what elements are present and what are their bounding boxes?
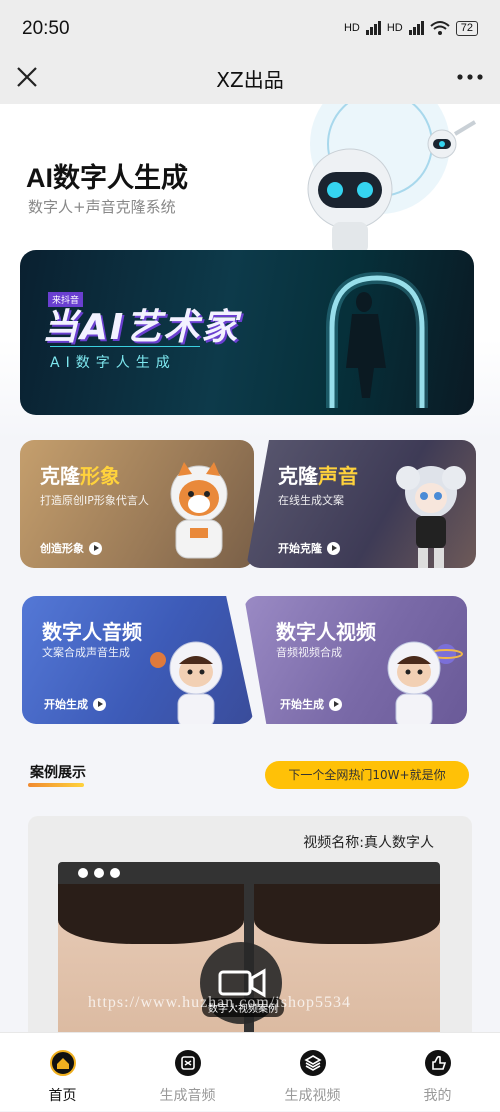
- doll-illustration: [396, 466, 466, 568]
- signal-icon: [365, 21, 381, 35]
- card-action[interactable]: 开始生成: [44, 696, 106, 712]
- banner-tagline: AI数字人生成: [50, 355, 176, 371]
- section-underline: [28, 783, 84, 787]
- card-action[interactable]: 开始克隆: [278, 540, 340, 556]
- hero-title: AI数字人生成: [26, 163, 188, 193]
- status-icons: HD HD 72: [344, 20, 478, 36]
- thumbs-up-icon: [425, 1050, 451, 1076]
- tab-bar: 首页 生成音频 生成视频 我的: [0, 1032, 500, 1111]
- play-icon: [89, 541, 102, 555]
- astronaut-kid-illustration: [150, 641, 223, 724]
- banner-divider: [50, 346, 200, 347]
- video-preview[interactable]: 数字人视频案例: [58, 862, 440, 1046]
- card-digital-video[interactable]: 数字人视频 音频视频合成 开始生成: [244, 596, 467, 724]
- watermark: https://www.huzhan.com/ishop5534: [88, 994, 351, 1011]
- audio-icon: [175, 1050, 201, 1076]
- wifi-icon: [430, 21, 450, 35]
- tab-label: 生成视频: [284, 1088, 341, 1104]
- card-clone-image[interactable]: 克隆形象 打造原创IP形象代言人 创造形象: [20, 440, 254, 568]
- card-desc: 文案合成声音生成: [42, 646, 130, 659]
- play-icon: [329, 697, 342, 711]
- status-time: 20:50: [22, 18, 70, 39]
- page-title: XZ出品: [216, 68, 284, 92]
- hero-banner[interactable]: 来抖音 当AI艺术家 AI数字人生成: [20, 250, 474, 415]
- home-icon: [50, 1050, 76, 1076]
- card-title: 克隆声音: [278, 464, 358, 488]
- card-title: 数字人视频: [276, 620, 376, 644]
- fox-astronaut-illustration: [170, 462, 228, 559]
- tab-mine[interactable]: 我的: [375, 1033, 500, 1112]
- tab-label: 我的: [423, 1088, 452, 1104]
- tab-label: 首页: [48, 1088, 77, 1104]
- play-icon: [327, 541, 340, 555]
- astronaut-kid-illustration: [387, 641, 463, 724]
- network-label-2: HD: [386, 22, 403, 34]
- card-digital-audio[interactable]: 数字人音频 文案合成声音生成 开始生成: [22, 596, 254, 724]
- portal-figure-illustration: [326, 271, 428, 408]
- robot-illustration: [307, 104, 477, 254]
- window-dots: [78, 868, 120, 878]
- banner-logo: 当AI艺术家: [42, 307, 240, 348]
- hero-section: AI数字人生成 数字人+声音克隆系统 来抖音 当AI艺术家 AI数字人生成: [0, 104, 500, 440]
- section-title-cases: 案例展示: [30, 765, 86, 781]
- card-desc: 在线生成文案: [278, 494, 344, 507]
- tab-video[interactable]: 生成视频: [250, 1033, 375, 1112]
- layers-icon: [300, 1050, 326, 1076]
- card-desc: 音频视频合成: [276, 646, 342, 659]
- signal-icon: [408, 21, 424, 35]
- card-title: 数字人音频: [42, 620, 142, 644]
- video-name: 视频名称:真人数字人: [303, 835, 434, 851]
- more-icon[interactable]: [456, 66, 484, 88]
- tab-label: 生成音频: [159, 1088, 216, 1104]
- tab-home[interactable]: 首页: [0, 1033, 125, 1112]
- tab-audio[interactable]: 生成音频: [125, 1033, 250, 1112]
- card-title: 克隆形象: [40, 464, 120, 488]
- play-icon: [93, 697, 106, 711]
- network-label-1: HD: [343, 22, 360, 34]
- battery-icon: 72: [455, 20, 478, 36]
- card-clone-voice[interactable]: 克隆声音 在线生成文案 开始克隆: [246, 440, 476, 568]
- card-desc: 打造原创IP形象代言人: [40, 494, 149, 507]
- card-action[interactable]: 开始生成: [280, 696, 342, 712]
- card-action[interactable]: 创造形象: [40, 540, 102, 556]
- cta-button[interactable]: 下一个全网热门10W+就是你: [265, 761, 469, 789]
- hero-subtitle: 数字人+声音克隆系统: [28, 198, 176, 216]
- status-bar: 20:50 HD HD 72: [0, 0, 500, 52]
- nav-bar: XZ出品: [0, 52, 500, 104]
